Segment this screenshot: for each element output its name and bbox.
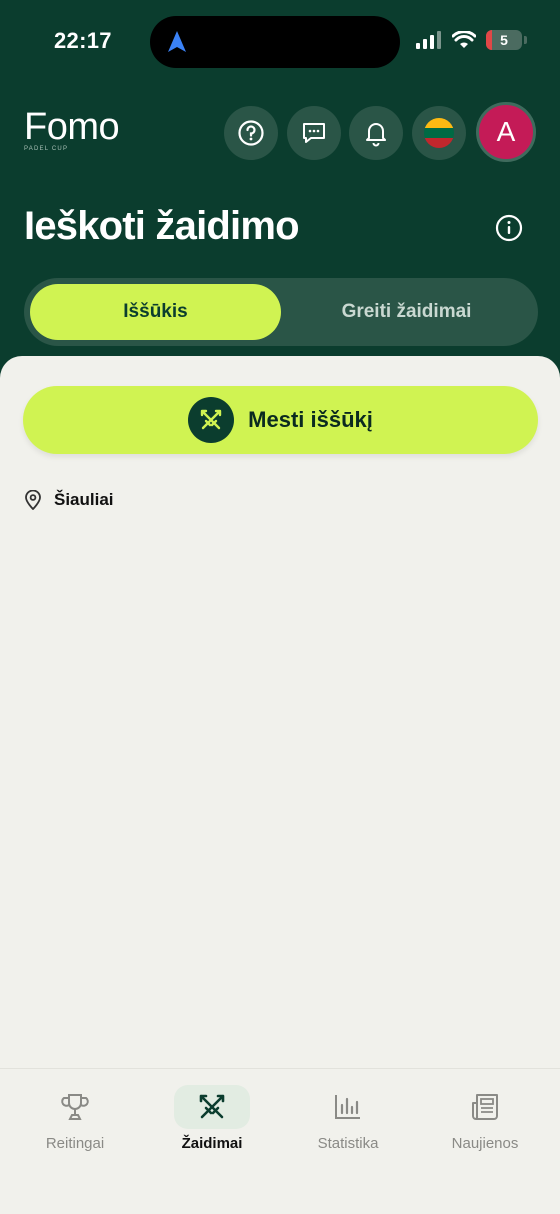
messages-button[interactable] (287, 106, 341, 160)
user-avatar[interactable]: A (476, 102, 536, 162)
tab-statistics[interactable]: Statistika (288, 1085, 408, 1152)
location-label: Šiauliai (54, 490, 114, 509)
help-button[interactable] (224, 106, 278, 160)
tab-challenge[interactable]: Iššūkis (30, 284, 281, 340)
app-logo: Fomo (24, 106, 120, 148)
status-indicators: 5 (416, 30, 527, 50)
tab-quick-games[interactable]: Greiti žaidimai (281, 284, 532, 340)
bell-icon (366, 123, 386, 147)
bottom-tab-bar: Reitingai Žaidimai Statistika Naujienos (0, 1068, 560, 1214)
page-title: Ieškoti žaidimo (24, 204, 300, 248)
content-panel (0, 356, 560, 1076)
tab-rankings[interactable]: Reitingai (15, 1085, 135, 1152)
status-time: 22:17 (54, 28, 112, 53)
help-icon (238, 120, 264, 146)
tab-games[interactable]: Žaidimai (152, 1085, 272, 1152)
notifications-button[interactable] (349, 106, 403, 160)
game-type-segmented-control: Iššūkis Greiti žaidimai (24, 278, 538, 346)
battery-icon: 5 (486, 30, 522, 50)
chat-icon (303, 123, 325, 143)
crossed-swords-icon (188, 397, 235, 443)
tab-rankings-label: Reitingai (45, 1135, 105, 1152)
location-pin-icon (25, 490, 41, 510)
info-icon[interactable] (494, 213, 524, 243)
tab-statistics-label: Statistika (317, 1135, 379, 1152)
challenge-button-label: Mesti iššūkį (248, 407, 373, 432)
trophy-icon (61, 1094, 89, 1120)
crossed-swords-icon (199, 1094, 225, 1119)
tab-news[interactable]: Naujienos (425, 1085, 545, 1152)
language-button[interactable] (412, 106, 466, 160)
signal-icon (416, 31, 441, 49)
newspaper-icon (472, 1094, 498, 1120)
bar-chart-icon (335, 1095, 360, 1119)
navigation-arrow-icon (168, 31, 186, 52)
wifi-icon (452, 31, 476, 48)
battery-level: 5 (500, 32, 508, 48)
tab-games-label: Žaidimai (181, 1135, 243, 1152)
lithuania-flag-icon (424, 118, 454, 148)
battery-tip (524, 36, 527, 44)
app-logo-subtitle: PADEL CUP (24, 146, 69, 152)
tab-news-label: Naujienos (451, 1135, 519, 1152)
challenge-button[interactable]: Mesti iššūkį (23, 386, 538, 454)
location-filter[interactable]: Šiauliai (24, 490, 114, 510)
